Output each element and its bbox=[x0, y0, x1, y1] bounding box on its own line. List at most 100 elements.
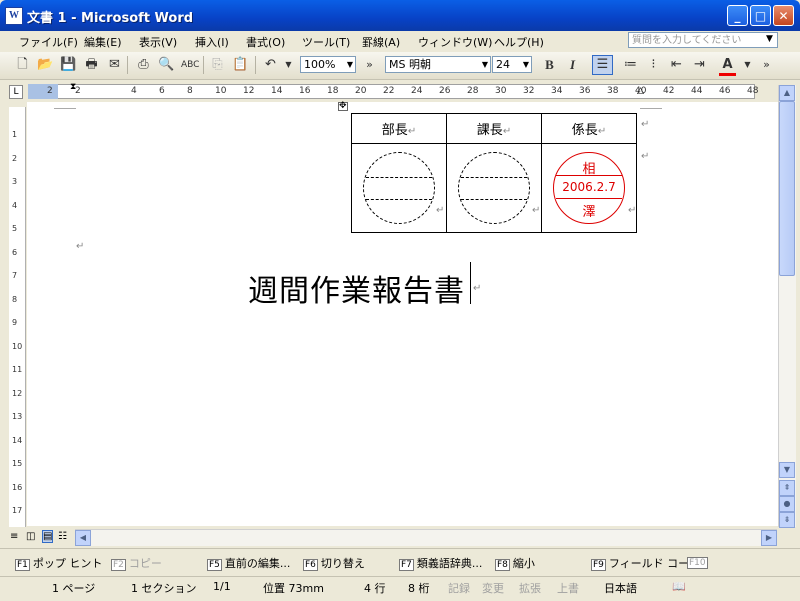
header-kacho[interactable]: 課長↵ bbox=[446, 113, 542, 144]
stamp-bottom-text: 澤 bbox=[582, 205, 596, 220]
spelling-status-icon[interactable]: 📖 bbox=[672, 580, 686, 593]
ruler-mark: 20 bbox=[355, 86, 367, 96]
paste-icon[interactable]: 📋 bbox=[232, 57, 249, 73]
fkey-label: F8 bbox=[495, 559, 510, 571]
decrease-indent-icon[interactable]: ⇤ bbox=[668, 57, 685, 73]
ruler-mark: 10 bbox=[215, 86, 227, 96]
menu-help[interactable]: ヘルプ(H) bbox=[494, 34, 544, 50]
web-view-icon[interactable]: ◫ bbox=[26, 531, 35, 542]
vruler-mark: 15 bbox=[12, 459, 23, 468]
fkey-f6[interactable]: F6 切り替え bbox=[303, 555, 365, 571]
tab-selector[interactable]: L bbox=[9, 85, 23, 99]
numbering-icon[interactable]: ≔ bbox=[622, 57, 639, 73]
increase-indent-icon[interactable]: ⇥ bbox=[691, 57, 708, 73]
scroll-up-button[interactable]: ▲ bbox=[779, 85, 795, 101]
permission-icon[interactable]: 🖶 bbox=[83, 57, 100, 73]
browse-object-button[interactable]: ● bbox=[779, 496, 795, 512]
close-button[interactable]: ✕ bbox=[773, 5, 794, 26]
header-bucho[interactable]: 部長↵ bbox=[351, 113, 447, 144]
cell-end-mark: ↵ bbox=[532, 205, 541, 216]
menu-table[interactable]: 罫線(A) bbox=[362, 34, 400, 50]
help-search-input[interactable]: 質問を入力してください bbox=[628, 32, 778, 48]
scroll-right-button[interactable]: ▶ bbox=[761, 530, 777, 546]
menu-insert[interactable]: 挿入(I) bbox=[195, 34, 229, 50]
font-size-select[interactable]: 24 ▼ bbox=[492, 56, 532, 73]
print-layout-view-icon[interactable]: ▤ bbox=[42, 530, 54, 543]
vertical-scroll-thumb[interactable] bbox=[779, 101, 795, 276]
fkey-label: F7 bbox=[399, 559, 414, 571]
normal-view-icon[interactable]: ≡ bbox=[10, 531, 18, 542]
previous-page-button[interactable]: ⇞ bbox=[779, 480, 795, 496]
undo-dropdown-icon[interactable]: ▼ bbox=[280, 57, 297, 73]
copy-icon[interactable]: ⎘ bbox=[209, 57, 226, 73]
text-cursor bbox=[470, 262, 471, 304]
minimize-button[interactable]: _ bbox=[727, 5, 748, 26]
window-title: 文書 1 - Microsoft Word bbox=[27, 11, 194, 26]
fkey-f1[interactable]: F1 ポップ ヒント bbox=[15, 555, 102, 571]
fkey-f10[interactable]: F10 bbox=[687, 555, 711, 569]
outline-view-icon[interactable]: ☷ bbox=[58, 531, 67, 542]
word-app-icon[interactable]: W bbox=[5, 7, 23, 25]
save-icon[interactable]: 💾 bbox=[60, 57, 77, 73]
font-color-icon[interactable]: A bbox=[719, 57, 736, 76]
print-icon[interactable]: ⎙ bbox=[135, 57, 152, 73]
italic-button[interactable]: I bbox=[564, 57, 581, 73]
menu-window[interactable]: ウィンドウ(W) bbox=[418, 34, 492, 50]
help-dropdown-icon[interactable]: ▼ bbox=[766, 34, 773, 44]
status-ext[interactable]: 拡張 bbox=[519, 580, 541, 596]
scroll-left-button[interactable]: ◀ bbox=[75, 530, 91, 546]
scroll-down-button[interactable]: ▼ bbox=[779, 462, 795, 478]
fkey-text: 直前の編集... bbox=[224, 557, 291, 570]
vruler-mark: 4 bbox=[12, 200, 18, 210]
status-ovr[interactable]: 上書 bbox=[557, 580, 579, 596]
horizontal-scrollbar[interactable] bbox=[75, 529, 777, 546]
new-document-icon[interactable]: 🗋 bbox=[14, 57, 31, 73]
ruler-mark: 32 bbox=[523, 86, 535, 96]
document-title[interactable]: 週間作業報告書 bbox=[248, 266, 465, 310]
fkey-f2[interactable]: F2 コピー bbox=[111, 555, 162, 571]
menu-edit[interactable]: 編集(E) bbox=[84, 34, 122, 50]
fkey-f8[interactable]: F8 縮小 bbox=[495, 555, 535, 571]
ruler-mark: 30 bbox=[495, 86, 507, 96]
bold-button[interactable]: B bbox=[541, 57, 558, 73]
table-move-handle-icon[interactable]: ✥ bbox=[338, 102, 348, 111]
vruler-mark: 7 bbox=[12, 271, 18, 280]
email-icon[interactable]: ✉ bbox=[106, 57, 123, 73]
status-trk[interactable]: 変更 bbox=[482, 580, 504, 596]
menu-file[interactable]: ファイル(F) bbox=[19, 34, 78, 50]
vruler-mark: 2 bbox=[12, 153, 18, 163]
undo-icon[interactable]: ↶ bbox=[262, 57, 279, 73]
font-size-value: 24 bbox=[496, 58, 510, 71]
indent-marker-icon[interactable]: ⧗ bbox=[70, 82, 76, 92]
vruler-mark: 5 bbox=[12, 224, 18, 233]
menu-format[interactable]: 書式(O) bbox=[246, 34, 285, 50]
stamp-cell-kacho[interactable] bbox=[446, 143, 542, 233]
ruler-mark: 48 bbox=[747, 86, 759, 96]
fkey-f5[interactable]: F5 直前の編集... bbox=[207, 555, 290, 571]
approval-table: 部長↵ 課長↵ 係長↵ 相 2006.2.7 澤 bbox=[351, 113, 637, 233]
vruler-mark: 3 bbox=[12, 177, 18, 186]
fkey-f9[interactable]: F9 フィールド コー... bbox=[591, 555, 700, 571]
ruler-mark: 14 bbox=[271, 86, 283, 96]
stamp-cell-kakaricho[interactable]: 相 2006.2.7 澤 bbox=[541, 143, 637, 233]
font-color-dropdown-icon[interactable]: ▼ bbox=[739, 57, 756, 73]
toolbar-options-icon[interactable]: » bbox=[361, 57, 378, 73]
stamp-cell-bucho[interactable] bbox=[351, 143, 447, 233]
open-icon[interactable]: 📂 bbox=[37, 57, 54, 73]
print-preview-icon[interactable]: 🔍 bbox=[158, 57, 175, 73]
maximize-button[interactable]: □ bbox=[750, 5, 771, 26]
next-page-button[interactable]: ⇟ bbox=[779, 512, 795, 528]
zoom-select[interactable]: 100% ▼ bbox=[300, 56, 356, 73]
toolbar-more-icon[interactable]: » bbox=[758, 57, 775, 73]
font-select[interactable]: MS 明朝 ▼ bbox=[385, 56, 491, 73]
menu-tools[interactable]: ツール(T) bbox=[302, 34, 350, 50]
right-indent-marker-icon[interactable]: △ bbox=[637, 86, 644, 96]
spelling-icon[interactable]: ABC bbox=[181, 57, 199, 73]
menu-view[interactable]: 表示(V) bbox=[139, 34, 177, 50]
fkey-f7[interactable]: F7 類義語辞典... bbox=[399, 555, 482, 571]
status-rec[interactable]: 記録 bbox=[448, 580, 470, 596]
font-value: MS 明朝 bbox=[389, 58, 431, 71]
ruler-mark: 6 bbox=[159, 86, 165, 96]
bullets-icon[interactable]: ⁝ bbox=[645, 57, 662, 73]
header-kakaricho[interactable]: 係長↵ bbox=[541, 113, 637, 144]
